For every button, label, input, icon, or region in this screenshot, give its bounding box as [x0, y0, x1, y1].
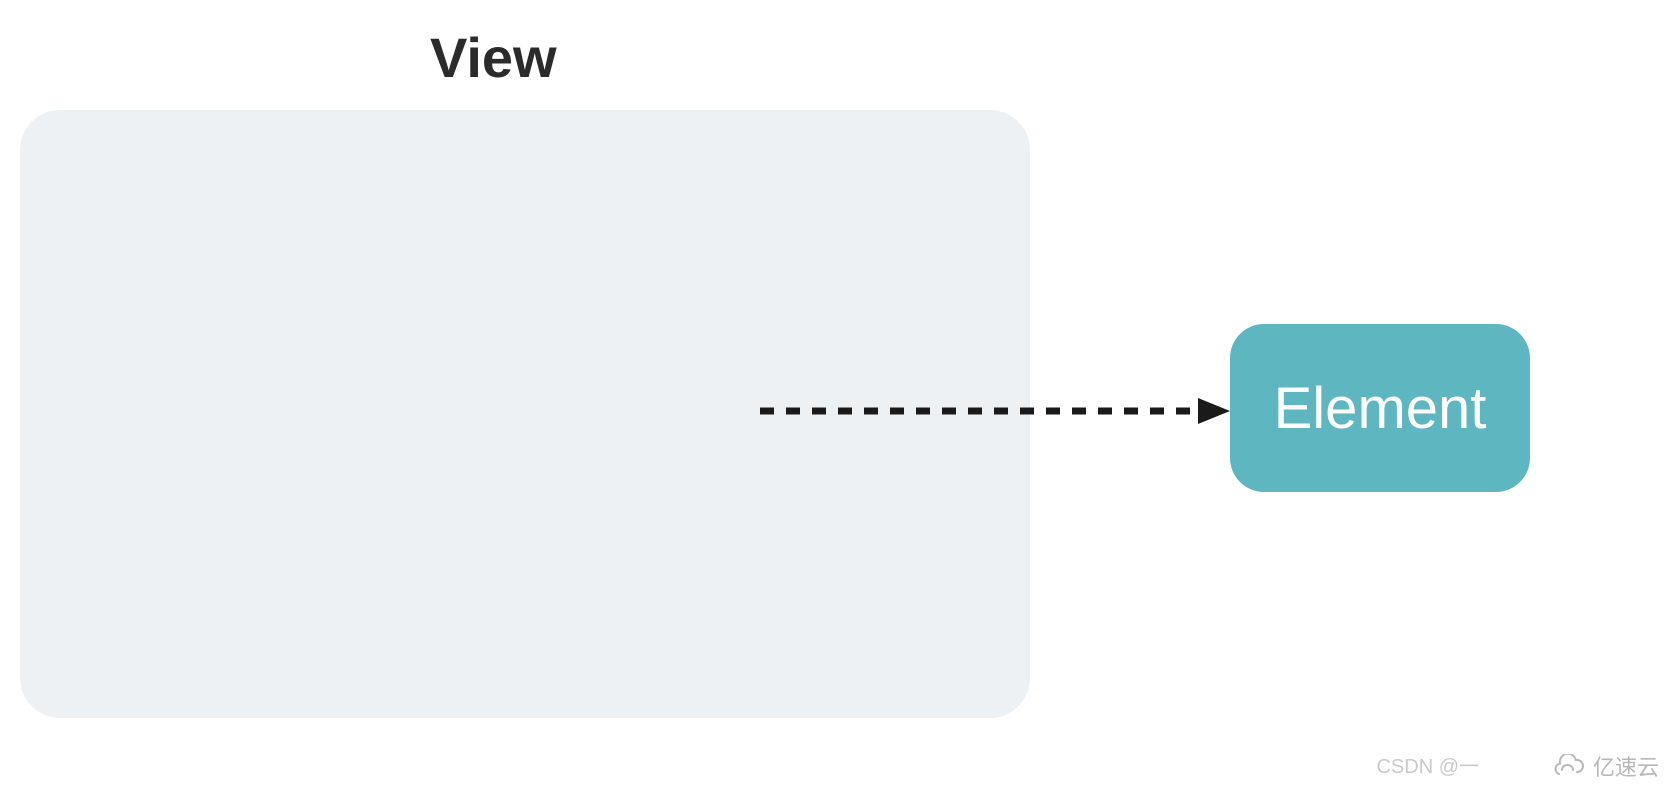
element-label: Element — [1274, 375, 1487, 442]
view-title: View — [430, 25, 557, 90]
element-box: Element — [1230, 324, 1530, 492]
watermark-yisuyun: 亿速云 — [1551, 750, 1659, 782]
cloud-icon — [1551, 754, 1585, 778]
dashed-arrow — [760, 396, 1230, 426]
watermark-yisuyun-text: 亿速云 — [1593, 750, 1659, 782]
watermark-csdn: CSDN @一 — [1376, 750, 1479, 779]
